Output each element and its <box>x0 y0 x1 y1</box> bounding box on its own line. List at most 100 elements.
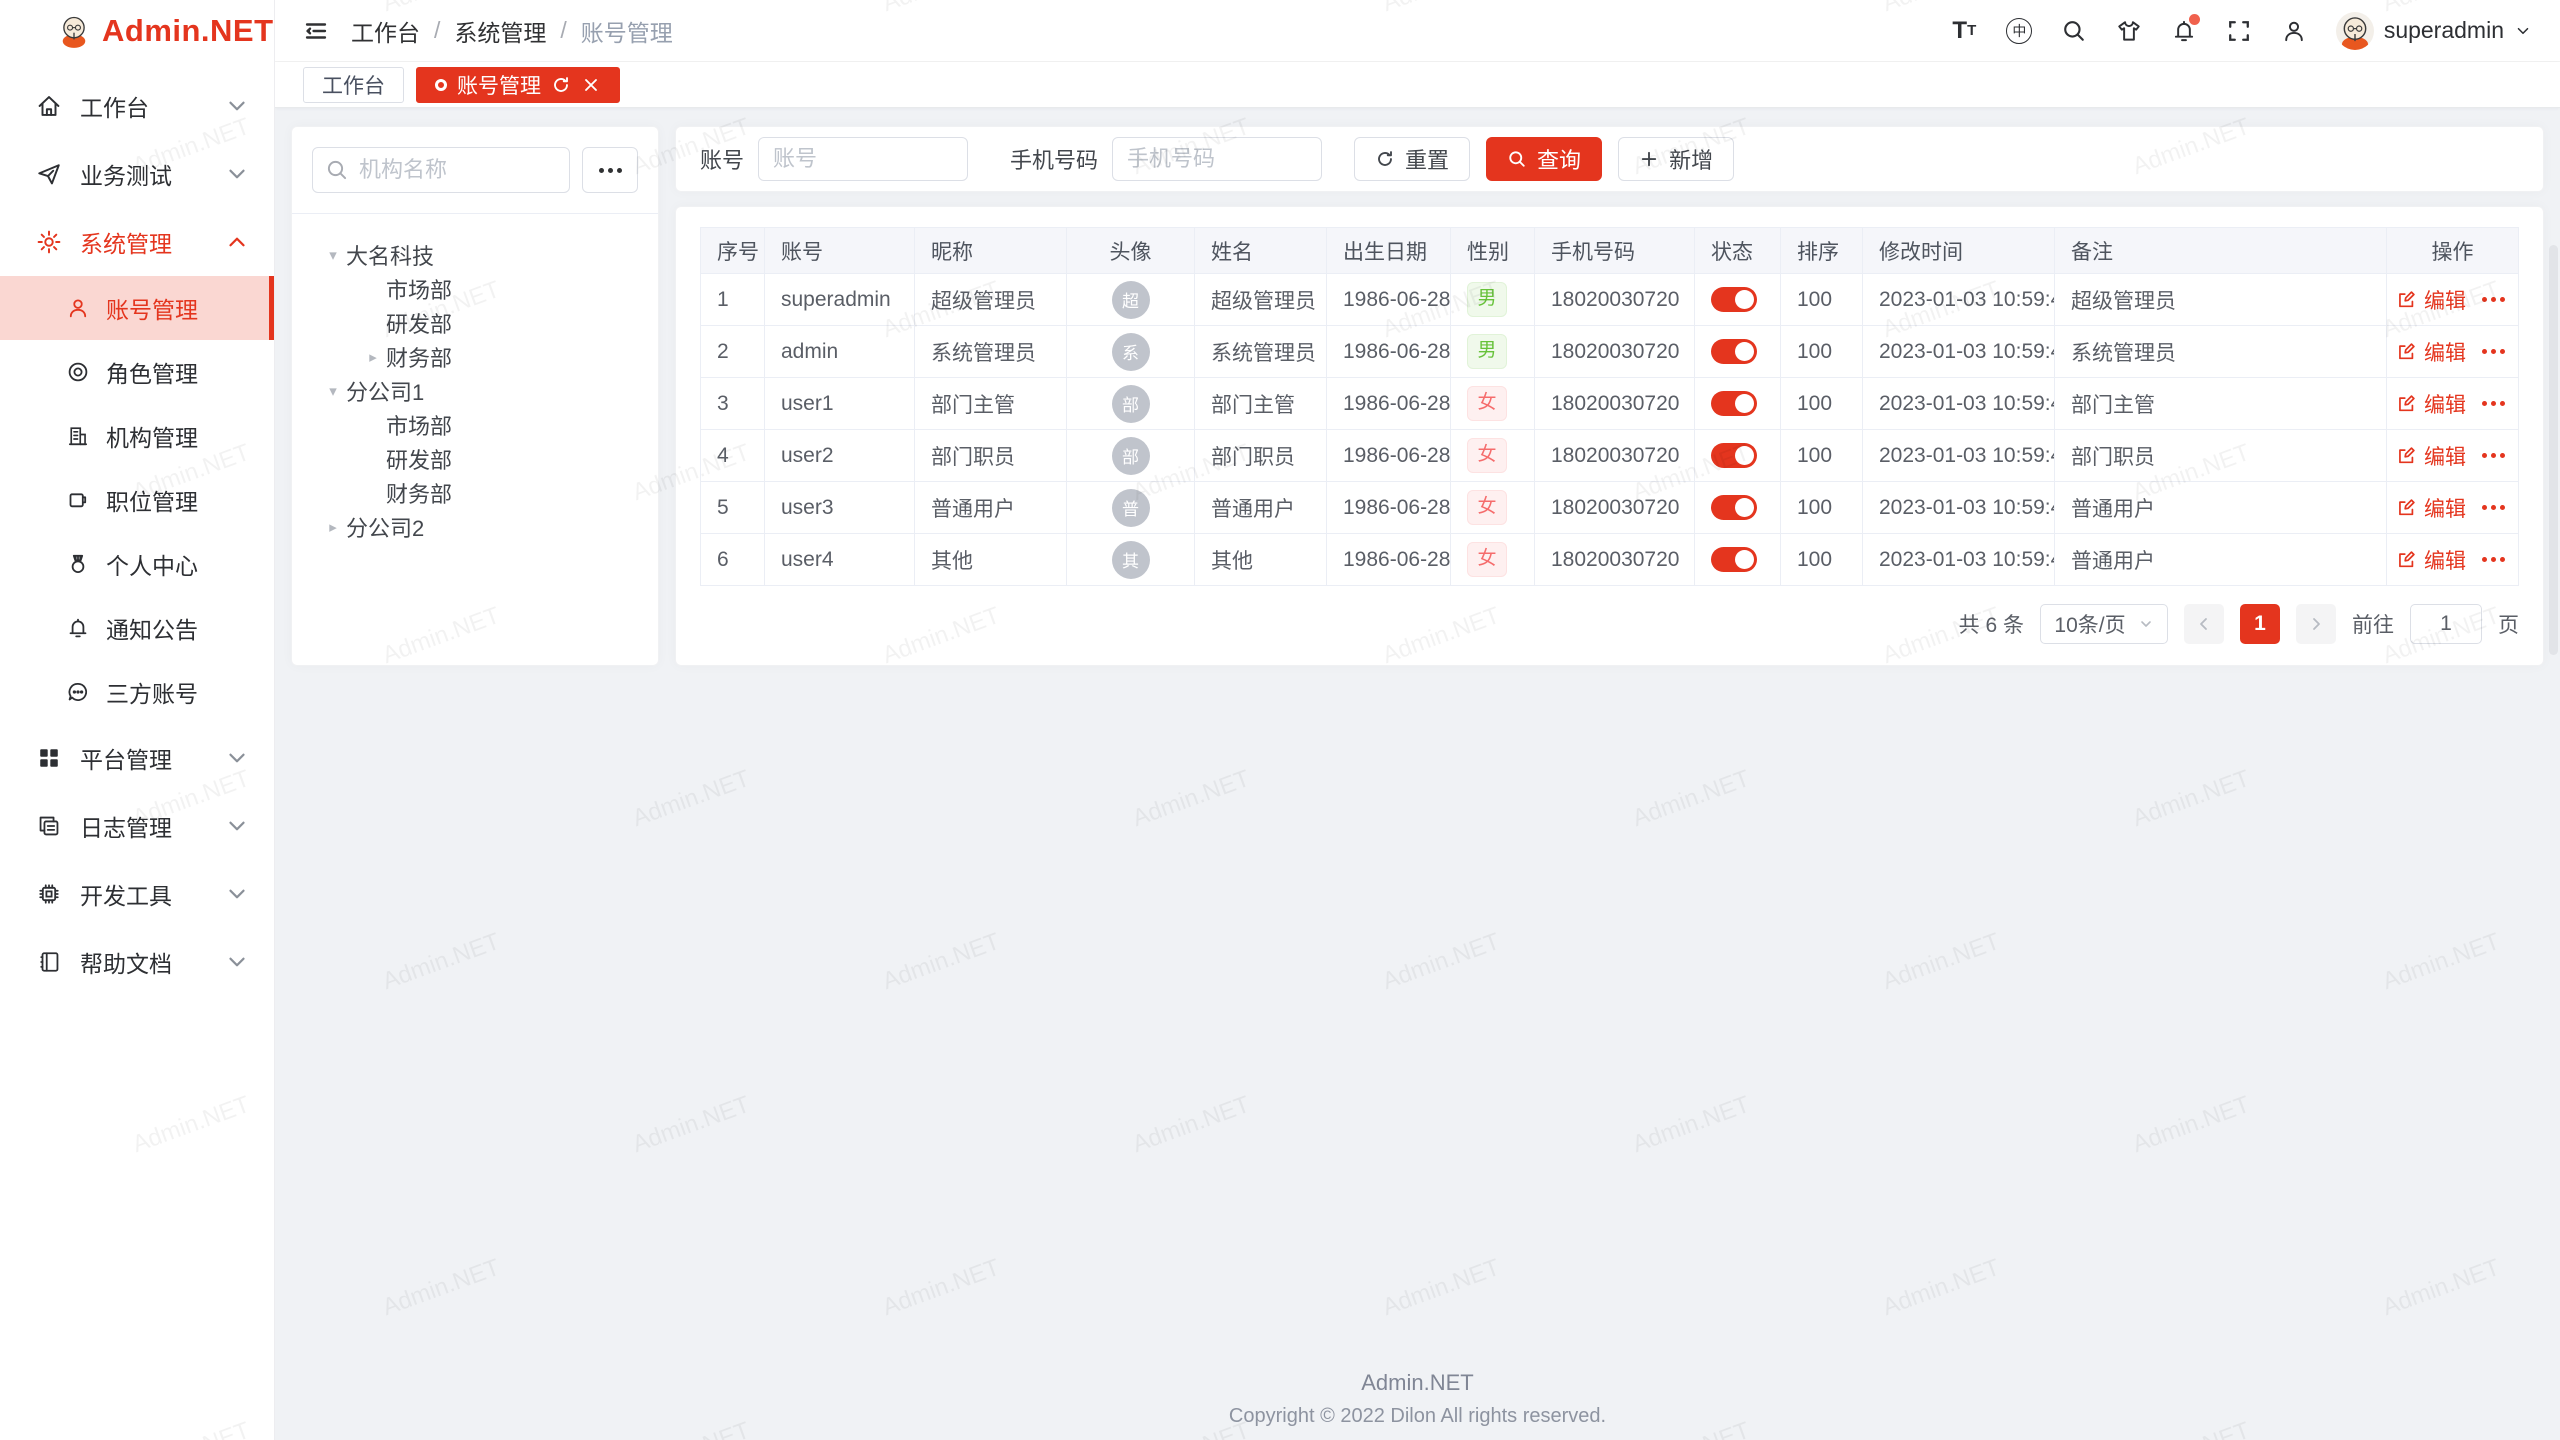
submenu-item-position-management[interactable]: 职位管理 <box>0 468 274 532</box>
menu-item-business-test[interactable]: 业务测试 <box>0 140 274 208</box>
query-button[interactable]: 查询 <box>1486 137 1602 181</box>
edit-button[interactable]: 编辑 <box>2396 285 2466 315</box>
close-icon[interactable] <box>581 75 601 95</box>
row-more-button[interactable] <box>2478 553 2509 566</box>
submenu-item-personal-center[interactable]: 个人中心 <box>0 532 274 596</box>
submenu-item-notice[interactable]: 通知公告 <box>0 596 274 660</box>
page-unit-label: 页 <box>2498 609 2519 639</box>
next-page-button[interactable] <box>2296 604 2336 644</box>
menu-item-system-management[interactable]: 系统管理 <box>0 208 274 276</box>
monk-logo-icon <box>56 13 92 49</box>
page-size-select[interactable]: 10条/页 <box>2040 604 2168 644</box>
home-icon <box>36 93 62 119</box>
status-toggle[interactable] <box>1711 443 1757 468</box>
send-icon <box>36 161 62 187</box>
table-row: 4 user2 部门职员 部 部门职员 1986-06-28 女 1802003… <box>701 430 2519 482</box>
menu-item-dev-tools[interactable]: 开发工具 <box>0 860 274 928</box>
status-toggle[interactable] <box>1711 339 1757 364</box>
cell-sort: 100 <box>1781 326 1863 378</box>
search-icon[interactable] <box>2061 17 2088 44</box>
status-toggle[interactable] <box>1711 287 1757 312</box>
caret-down-icon[interactable]: ▾ <box>320 382 346 400</box>
menu-item-log-management[interactable]: 日志管理 <box>0 792 274 860</box>
search-icon <box>1507 149 1527 169</box>
position-icon <box>66 488 90 512</box>
content-area: ▾大名科技 市场部 研发部 ▸财务部 ▾分公司1 市场部 研发部 财务部 ▸分公… <box>275 108 2560 1440</box>
tree-node[interactable]: ▸财务部 <box>312 340 638 374</box>
edit-button[interactable]: 编辑 <box>2396 493 2466 523</box>
cell-birth: 1986-06-28 <box>1327 482 1451 534</box>
refresh-icon[interactable] <box>551 75 571 95</box>
menu-item-help-docs[interactable]: 帮助文档 <box>0 928 274 996</box>
status-toggle[interactable] <box>1711 547 1757 572</box>
row-more-button[interactable] <box>2478 449 2509 462</box>
status-toggle[interactable] <box>1711 391 1757 416</box>
submenu-label: 账号管理 <box>106 291 198 325</box>
edit-button[interactable]: 编辑 <box>2396 441 2466 471</box>
breadcrumb-separator: / <box>434 17 440 44</box>
tree-node[interactable]: ▾大名科技 <box>312 238 638 272</box>
fullscreen-icon[interactable] <box>2226 17 2253 44</box>
tree-node-label: 研发部 <box>386 307 452 339</box>
cell-birth: 1986-06-28 <box>1327 326 1451 378</box>
submenu-item-org-management[interactable]: 机构管理 <box>0 404 274 468</box>
language-icon[interactable]: 中 <box>2006 17 2033 44</box>
notification-icon[interactable] <box>2171 17 2198 44</box>
tab-account-management[interactable]: 账号管理 <box>416 67 620 103</box>
reset-button[interactable]: 重置 <box>1354 137 1470 181</box>
menu-item-workbench[interactable]: 工作台 <box>0 72 274 140</box>
current-page-button[interactable]: 1 <box>2240 604 2280 644</box>
edit-button[interactable]: 编辑 <box>2396 389 2466 419</box>
edit-button[interactable]: 编辑 <box>2396 545 2466 575</box>
edit-label: 编辑 <box>2424 441 2466 471</box>
profile-icon[interactable] <box>2281 17 2308 44</box>
org-search-input[interactable] <box>312 147 570 193</box>
tree-node[interactable]: 财务部 <box>312 476 638 510</box>
status-toggle[interactable] <box>1711 495 1757 520</box>
tree-node[interactable]: 研发部 <box>312 306 638 340</box>
caret-right-icon[interactable]: ▸ <box>320 518 346 536</box>
tab-workbench[interactable]: 工作台 <box>303 67 404 103</box>
logo[interactable]: Admin.NET <box>0 0 274 62</box>
prev-page-button[interactable] <box>2184 604 2224 644</box>
collapse-menu-icon[interactable] <box>303 18 329 44</box>
row-more-button[interactable] <box>2478 397 2509 410</box>
tools-icon <box>36 881 62 907</box>
tree-node[interactable]: 市场部 <box>312 408 638 442</box>
user-icon <box>66 296 90 320</box>
breadcrumb-item[interactable]: 系统管理 <box>454 14 546 48</box>
row-more-button[interactable] <box>2478 293 2509 306</box>
row-more-button[interactable] <box>2478 345 2509 358</box>
tree-node[interactable]: 研发部 <box>312 442 638 476</box>
tree-node[interactable]: ▾分公司1 <box>312 374 638 408</box>
tree-node-label: 大名科技 <box>346 239 434 271</box>
tree-node[interactable]: ▸分公司2 <box>312 510 638 544</box>
menu-item-platform-management[interactable]: 平台管理 <box>0 724 274 792</box>
submenu-item-thirdparty-account[interactable]: 三方账号 <box>0 660 274 724</box>
footer-copyright: Copyright © 2022 Dilon All rights reserv… <box>275 1405 2560 1428</box>
caret-right-icon[interactable]: ▸ <box>360 348 386 366</box>
account-input[interactable] <box>758 137 968 181</box>
font-size-icon[interactable]: TT <box>1951 17 1978 44</box>
sidebar: Admin.NET 工作台 业务测试 系统管理 账号管理 <box>0 0 275 1440</box>
platform-icon <box>36 745 62 771</box>
query-label: 查询 <box>1537 143 1581 175</box>
cell-name: 普通用户 <box>1195 482 1327 534</box>
cell-phone: 18020030720 <box>1535 482 1695 534</box>
scrollbar-thumb[interactable] <box>2549 245 2558 655</box>
edit-button[interactable]: 编辑 <box>2396 337 2466 367</box>
caret-down-icon[interactable]: ▾ <box>320 246 346 264</box>
tree-node-label: 财务部 <box>386 477 452 509</box>
breadcrumb-item[interactable]: 工作台 <box>351 14 420 48</box>
menu-label: 开发工具 <box>80 877 172 911</box>
submenu-item-account-management[interactable]: 账号管理 <box>0 276 274 340</box>
theme-icon[interactable] <box>2116 17 2143 44</box>
submenu-item-role-management[interactable]: 角色管理 <box>0 340 274 404</box>
goto-page-input[interactable] <box>2410 604 2482 644</box>
phone-input[interactable] <box>1112 137 1322 181</box>
tree-node[interactable]: 市场部 <box>312 272 638 306</box>
tree-more-button[interactable] <box>582 147 638 193</box>
add-button[interactable]: 新增 <box>1618 137 1734 181</box>
user-menu[interactable]: superadmin <box>2336 12 2532 50</box>
row-more-button[interactable] <box>2478 501 2509 514</box>
